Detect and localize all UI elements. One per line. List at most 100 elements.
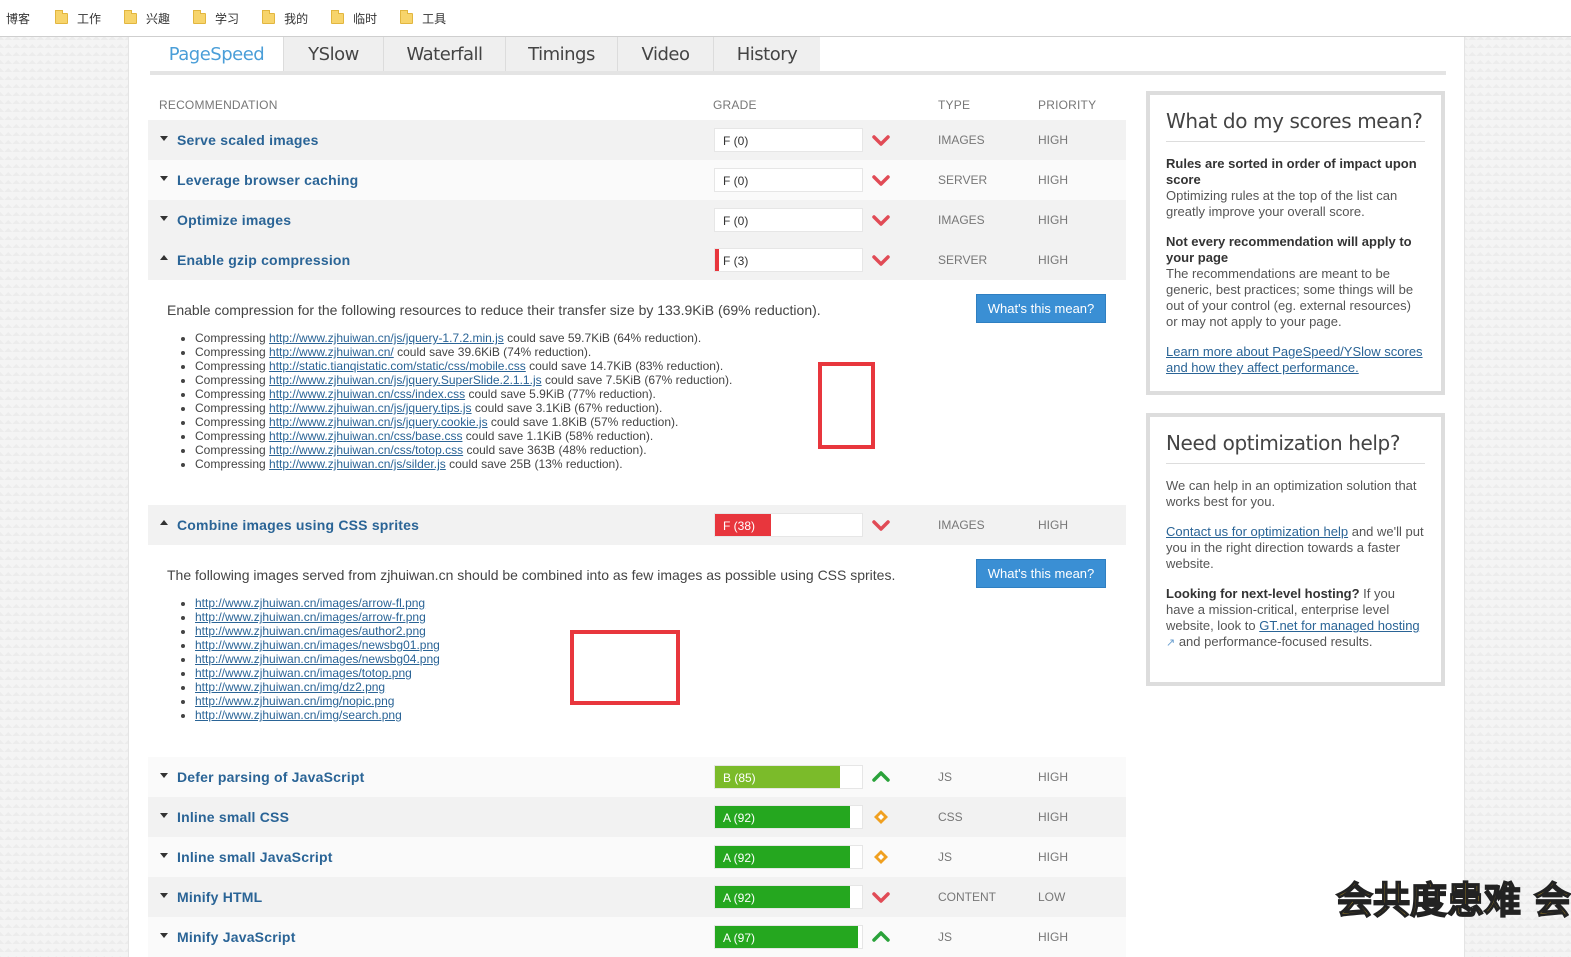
list-item: http://www.zjhuiwan.cn/images/arrow-fr.p… (195, 610, 440, 624)
recommendation-row[interactable]: Optimize images F (0) IMAGES HIGH (148, 200, 1126, 240)
item-prefix: Compressing (195, 415, 270, 429)
recommendation-row[interactable]: Minify HTML A (92) CONTENT LOW (148, 877, 1126, 917)
recommendation-row[interactable]: Serve scaled images F (0) IMAGES HIGH (148, 120, 1126, 160)
recommendation-priority: HIGH (1038, 253, 1068, 267)
recommendation-name[interactable]: Inline small CSS (177, 809, 289, 825)
image-link[interactable]: http://www.zjhuiwan.cn/images/arrow-fl.p… (195, 596, 425, 610)
bookmarks-bar: 博客 工作 兴趣 学习 我的 临时 工具 (0, 0, 1571, 37)
expand-arrow-icon[interactable] (160, 773, 168, 778)
image-link[interactable]: http://www.zjhuiwan.cn/images/newsbg04.p… (195, 652, 440, 666)
folder-icon (400, 9, 414, 24)
expand-arrow-icon[interactable] (160, 216, 168, 221)
recommendation-name[interactable]: Enable gzip compression (177, 252, 350, 268)
scores-box-heading-2: Not every recommendation will apply to y… (1166, 234, 1412, 265)
image-link[interactable]: http://www.zjhuiwan.cn/images/arrow-fr.p… (195, 610, 426, 624)
recommendation-name[interactable]: Optimize images (177, 212, 291, 228)
collapse-arrow-icon[interactable] (160, 255, 168, 260)
tab-waterfall[interactable]: Waterfall (384, 37, 506, 71)
resource-link[interactable]: http://www.zjhuiwan.cn/js/jquery.tips.js (269, 401, 472, 415)
item-suffix: could save 14.7KiB (83% reduction). (525, 359, 724, 373)
recommendation-name[interactable]: Defer parsing of JavaScript (177, 769, 364, 785)
resource-link[interactable]: http://www.zjhuiwan.cn/js/jquery.cookie.… (269, 415, 488, 429)
image-link[interactable]: http://www.zjhuiwan.cn/images/author2.pn… (195, 624, 426, 638)
resource-link[interactable]: http://www.zjhuiwan.cn/css/base.css (269, 429, 462, 443)
recommendation-name[interactable]: Inline small JavaScript (177, 849, 333, 865)
bookmark-label: 临时 (353, 11, 378, 26)
recommendation-row[interactable]: Inline small CSS A (92) CSS HIGH (148, 797, 1126, 837)
learn-more-link[interactable]: Learn more about PageSpeed/YSlow scores … (1166, 344, 1423, 375)
item-suffix: could save 1.8KiB (57% reduction). (487, 415, 679, 429)
folder-icon (193, 9, 207, 24)
recommendation-row[interactable]: Defer parsing of JavaScript B (85) JS HIGH (148, 757, 1126, 797)
bookmark-blog[interactable]: 博客 (6, 8, 30, 28)
gzip-detail-panel: Enable compression for the following res… (148, 294, 1126, 502)
resource-link[interactable]: http://static.tianqistatic.com/static/cs… (269, 359, 526, 373)
list-item: Compressing http://www.zjhuiwan.cn/css/b… (195, 429, 732, 443)
item-suffix: could save 363B (48% reduction). (463, 443, 647, 457)
item-prefix: Compressing (195, 429, 270, 443)
image-link[interactable]: http://www.zjhuiwan.cn/img/nopic.png (195, 694, 394, 708)
image-link[interactable]: http://www.zjhuiwan.cn/images/newsbg01.p… (195, 638, 440, 652)
resource-link[interactable]: http://www.zjhuiwan.cn/ (269, 345, 394, 359)
recommendation-name[interactable]: Minify JavaScript (177, 929, 296, 945)
recommendation-name[interactable]: Leverage browser caching (177, 172, 358, 188)
item-suffix: could save 39.6KiB (74% reduction). (393, 345, 592, 359)
recommendation-row[interactable]: Enable gzip compression F (3) SERVER HIGH (148, 240, 1126, 280)
expand-arrow-icon[interactable] (160, 893, 168, 898)
recommendation-name[interactable]: Combine images using CSS sprites (177, 517, 419, 533)
expand-arrow-icon[interactable] (160, 136, 168, 141)
column-header-type: TYPE (938, 98, 971, 112)
resource-link[interactable]: http://www.zjhuiwan.cn/css/index.css (269, 387, 465, 401)
bookmark-temp[interactable]: 临时 (331, 8, 377, 28)
recommendation-row[interactable]: Combine images using CSS sprites F (38) IM… (148, 505, 1126, 545)
bookmark-mine[interactable]: 我的 (262, 8, 308, 28)
grade-text: F (38) (723, 519, 756, 533)
list-item: http://www.zjhuiwan.cn/images/arrow-fl.p… (195, 596, 440, 610)
expand-arrow-icon[interactable] (160, 933, 168, 938)
resource-link[interactable]: http://www.zjhuiwan.cn/js/jquery.SuperSl… (269, 373, 542, 387)
bookmark-interest[interactable]: 兴趣 (124, 8, 170, 28)
contact-us-link[interactable]: Contact us for optimization help (1166, 524, 1348, 539)
expand-arrow-icon[interactable] (160, 176, 168, 181)
resource-link[interactable]: http://www.zjhuiwan.cn/css/totop.css (269, 443, 463, 457)
item-prefix: Compressing (195, 373, 270, 387)
tab-yslow[interactable]: YSlow (284, 37, 384, 71)
recommendation-name[interactable]: Minify HTML (177, 889, 262, 905)
resource-link[interactable]: http://www.zjhuiwan.cn/js/jquery-1.7.2.m… (269, 331, 504, 345)
image-link[interactable]: http://www.zjhuiwan.cn/images/totop.png (195, 666, 412, 680)
list-item: Compressing http://www.zjhuiwan.cn/js/jq… (195, 401, 732, 415)
collapse-arrow-icon[interactable] (160, 520, 168, 525)
bookmark-tools[interactable]: 工具 (400, 8, 446, 28)
recommendation-row[interactable]: Inline small JavaScript A (92) JS HIGH (148, 837, 1126, 877)
bookmark-work[interactable]: 工作 (55, 8, 101, 28)
recommendation-type: JS (938, 850, 953, 864)
recommendation-name[interactable]: Serve scaled images (177, 132, 319, 148)
tab-timings[interactable]: Timings (506, 37, 618, 71)
tab-video[interactable]: Video (618, 37, 714, 71)
bookmark-label: 工具 (422, 11, 447, 26)
list-item: http://www.zjhuiwan.cn/img/dz2.png (195, 680, 440, 694)
item-prefix: Compressing (195, 401, 270, 415)
list-item: Compressing http://www.zjhuiwan.cn/js/jq… (195, 415, 732, 429)
gt-net-hosting-link[interactable]: GT.net for managed hosting (1259, 618, 1419, 633)
image-link[interactable]: http://www.zjhuiwan.cn/img/search.png (195, 708, 402, 722)
resource-link[interactable]: http://www.zjhuiwan.cn/js/silder.js (269, 457, 446, 471)
expand-arrow-icon[interactable] (160, 853, 168, 858)
recommendation-row[interactable]: Leverage browser caching F (0) SERVER HIGH (148, 160, 1126, 200)
recommendation-priority: LOW (1038, 890, 1066, 904)
recommendation-row[interactable]: Minify JavaScript A (97) JS HIGH (148, 917, 1126, 957)
bookmark-study[interactable]: 学习 (193, 8, 239, 28)
tab-pagespeed[interactable]: PageSpeed (150, 37, 284, 71)
whats-this-mean-button[interactable]: What's this mean? (976, 294, 1106, 323)
whats-this-mean-button[interactable]: What's this mean? (976, 559, 1106, 588)
chevron-up-icon (872, 928, 890, 946)
chevron-down-icon (872, 516, 890, 534)
tab-history[interactable]: History (714, 37, 820, 71)
item-prefix: Compressing (195, 345, 270, 359)
expand-arrow-icon[interactable] (160, 813, 168, 818)
recommendation-priority: HIGH (1038, 810, 1068, 824)
help-box-title: Need optimization help? (1166, 431, 1425, 464)
image-link[interactable]: http://www.zjhuiwan.cn/img/dz2.png (195, 680, 385, 694)
item-suffix: could save 59.7KiB (64% reduction). (503, 331, 702, 345)
list-item: Compressing http://www.zjhuiwan.cn/ coul… (195, 345, 732, 359)
